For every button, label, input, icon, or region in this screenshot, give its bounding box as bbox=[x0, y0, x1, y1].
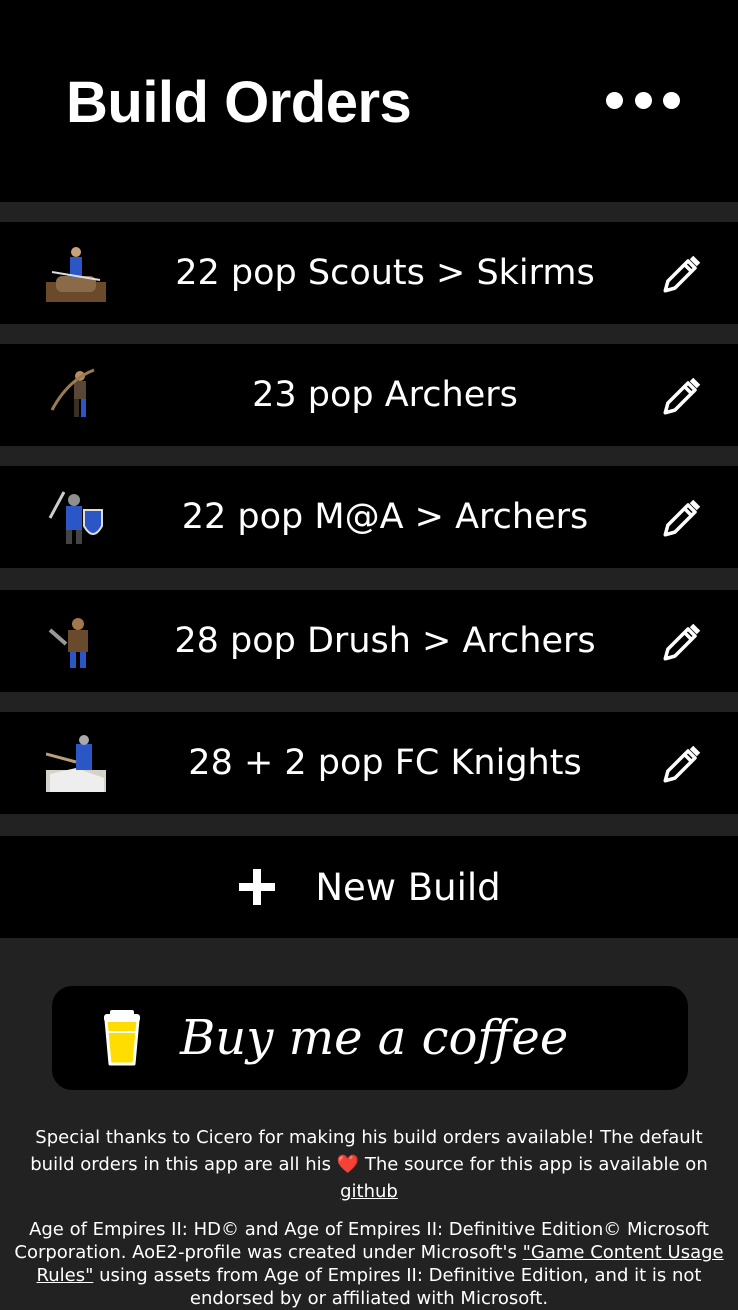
page-title: Build Orders bbox=[66, 70, 412, 135]
ellipsis-icon[interactable] bbox=[606, 85, 680, 115]
new-build-button[interactable]: New Build bbox=[0, 836, 738, 938]
heart-icon: ❤️ bbox=[336, 1154, 360, 1175]
legal-part2: using assets from Age of Empires II: Def… bbox=[99, 1265, 702, 1309]
pencil-icon[interactable] bbox=[660, 498, 702, 540]
build-name: 23 pop Archers bbox=[252, 375, 518, 415]
coffee-cup-icon bbox=[104, 1010, 140, 1066]
app-header: Build Orders bbox=[0, 0, 738, 202]
build-name: 22 pop M@A > Archers bbox=[181, 497, 589, 537]
pencil-icon[interactable] bbox=[660, 376, 702, 418]
plus-icon bbox=[239, 869, 276, 905]
thanks-part2: The source for this app is available on bbox=[364, 1154, 708, 1175]
build-row[interactable]: 22 pop Scouts > Skirms bbox=[0, 222, 738, 324]
archer-icon bbox=[50, 368, 95, 417]
github-link[interactable]: github bbox=[340, 1181, 398, 1202]
militia-icon bbox=[48, 618, 88, 668]
pencil-icon[interactable] bbox=[660, 622, 702, 664]
knight-icon bbox=[46, 735, 106, 792]
build-name: 22 pop Scouts > Skirms bbox=[175, 253, 595, 293]
pencil-icon[interactable] bbox=[660, 744, 702, 786]
new-build-label: New Build bbox=[315, 865, 501, 909]
build-row[interactable]: 28 pop Drush > Archers bbox=[0, 590, 738, 692]
build-name: 28 pop Drush > Archers bbox=[174, 621, 596, 661]
build-row[interactable]: 23 pop Archers bbox=[0, 344, 738, 446]
scout-cavalry-icon bbox=[46, 247, 106, 302]
build-row[interactable]: 28 + 2 pop FC Knights bbox=[0, 712, 738, 814]
coffee-label: Buy me a coffee bbox=[180, 1010, 569, 1066]
man-at-arms-icon bbox=[48, 491, 103, 544]
build-name: 28 + 2 pop FC Knights bbox=[188, 743, 582, 783]
buy-me-a-coffee-button[interactable]: Buy me a coffee bbox=[52, 986, 688, 1090]
thanks-text: Special thanks to Cicero for making his … bbox=[14, 1124, 724, 1205]
pencil-icon[interactable] bbox=[660, 254, 702, 296]
legal-text: Age of Empires II: HD© and Age of Empire… bbox=[14, 1218, 724, 1310]
build-row[interactable]: 22 pop M@A > Archers bbox=[0, 466, 738, 568]
